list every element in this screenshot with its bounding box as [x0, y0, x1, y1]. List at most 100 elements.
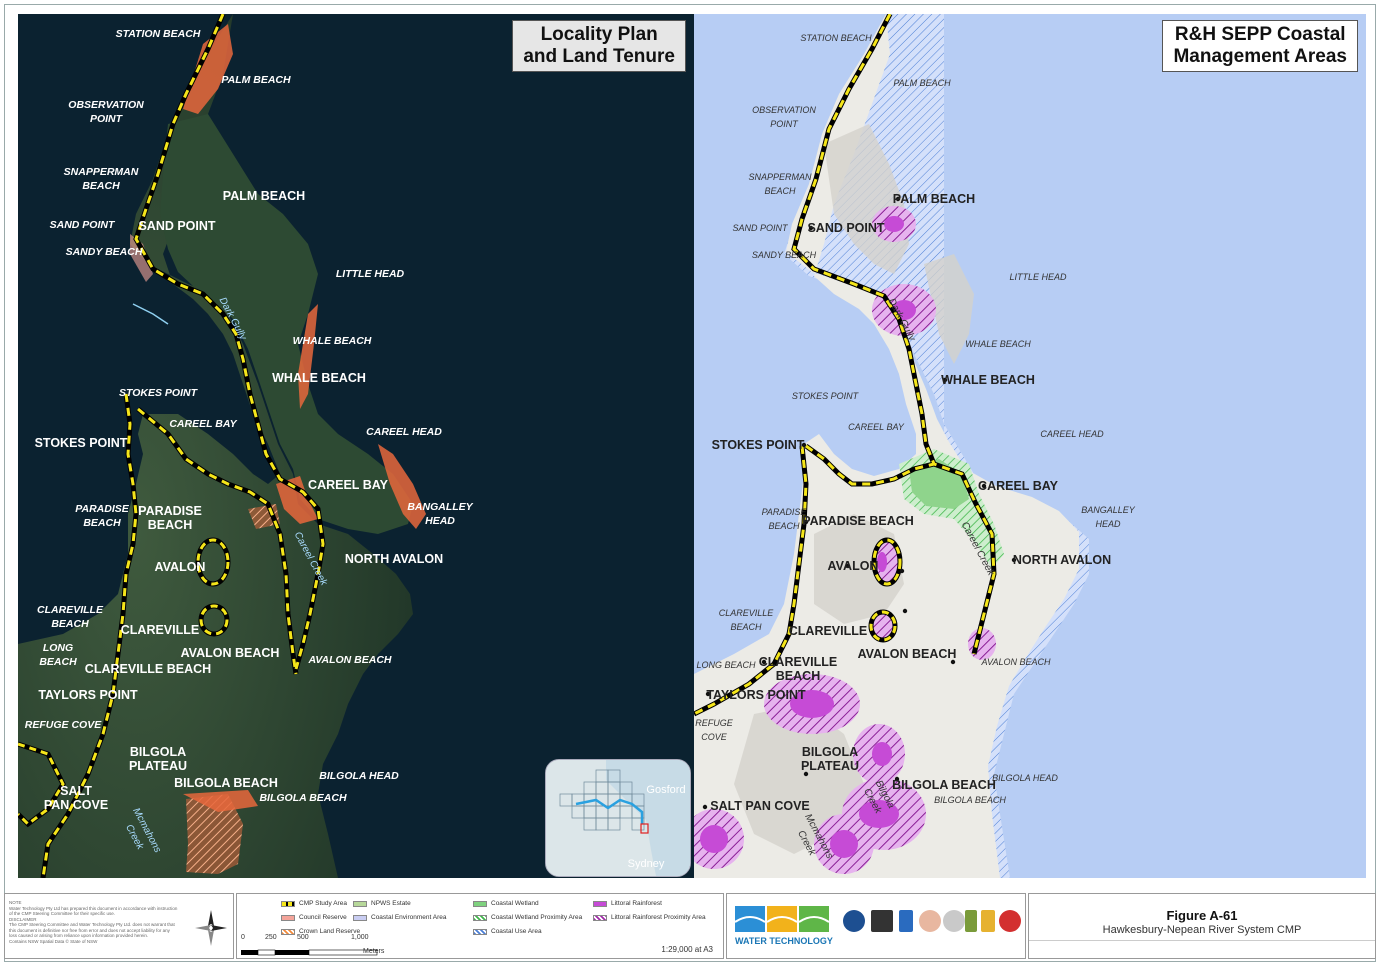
r-label-bilgola-plateau: BILGOLA PLATEAU	[800, 745, 860, 773]
label-bilgola-beach-locality: BILGOLA BEACH	[174, 776, 278, 790]
legend-label: Littoral Rainforest Proximity Area	[611, 914, 706, 921]
r-label-sand-point-beach: SAND POINT	[732, 223, 788, 233]
r-label-palm-beach-beach: PALM BEACH	[893, 78, 951, 88]
title-block-divider	[1029, 940, 1375, 941]
legend-swatch	[281, 928, 295, 935]
scale-tick-0: 0	[241, 934, 245, 941]
label-snapperman-beach: SNAPPERMAN BEACH	[63, 166, 139, 192]
label-palm-beach-beach: PALM BEACH	[221, 74, 291, 86]
label-bangalley-head: BANGALLEY HEAD	[407, 501, 473, 527]
label-stokes-point-locality: STOKES POINT	[34, 436, 128, 450]
label-clareville-locality: CLAREVILLE	[120, 623, 200, 637]
label-bilgola-head: BILGOLA HEAD	[319, 770, 399, 782]
figure-title-block: Figure A-61 Hawkesbury-Nepean River Syst…	[1028, 893, 1376, 959]
label-palm-beach-locality: PALM BEACH	[222, 189, 306, 203]
legend-swatch	[281, 914, 295, 921]
disclaimer-text: The CMP Steering Committee and Water Tec…	[9, 922, 175, 938]
label-clareville-beach-locality: CLAREVILLE BEACH	[84, 662, 212, 676]
right-panel-title: R&H SEPP Coastal Management Areas	[1162, 20, 1358, 72]
council-logo-3	[899, 910, 913, 932]
scale-ratio: 1:29,000 at A3	[661, 945, 713, 954]
label-avalon: AVALON	[154, 560, 206, 574]
council-logo-7	[981, 910, 995, 932]
left-title-line2: and Land Tenure	[523, 46, 675, 67]
r-label-careel-bay-small: CAREEL BAY	[848, 422, 904, 432]
r-label-whale-beach-locality: WHALE BEACH	[941, 373, 1035, 387]
map-legend: CMP Study Area Council Reserve Crown Land …	[236, 893, 724, 959]
r-label-bilgola-beach-locality: BILGOLA BEACH	[892, 778, 996, 792]
legend-label: Coastal Environment Area	[371, 914, 447, 921]
footer-notes: NOTE Water Technology Pty Ltd has prepar…	[4, 893, 234, 959]
notes-block: NOTE Water Technology Pty Ltd has prepar…	[9, 900, 179, 944]
legend-item: Coastal Use Area	[473, 928, 542, 935]
legend-item: Council Reserve	[281, 914, 347, 921]
water-technology-logo: WATER TECHNOLOGY	[734, 902, 833, 946]
legend-label: Council Reserve	[299, 914, 347, 921]
legend-item: Littoral Rainforest Proximity Area	[593, 914, 706, 921]
legend-label: CMP Study Area	[299, 900, 347, 907]
scale-bar: 0 250 500 1,000 Meters	[241, 934, 385, 962]
north-arrow-icon	[195, 910, 227, 946]
label-observation-point: OBSERVATION POINT	[68, 99, 144, 125]
r-label-snapperman-beach: SNAPPERMAN BEACH	[748, 172, 812, 196]
legend-swatch	[353, 900, 367, 907]
label-north-avalon: NORTH AVALON	[344, 552, 444, 566]
legend-swatch	[473, 928, 487, 935]
label-sand-point-locality: SAND POINT	[138, 219, 216, 233]
r-label-north-avalon: NORTH AVALON	[1012, 553, 1112, 567]
r-label-clareville-locality: CLAREVILLE	[788, 624, 868, 638]
r-label-paradise-beach-locality: PARADISE BEACH	[802, 514, 914, 528]
label-long-beach: LONG BEACH	[39, 642, 77, 668]
legend-swatch	[593, 900, 607, 907]
r-label-long-beach: LONG BEACH	[696, 660, 756, 670]
figure-subtitle: Hawkesbury-Nepean River System CMP	[1102, 924, 1302, 936]
contains-text: Contains NSW Spatial Data © State of NSW	[9, 938, 98, 944]
council-logo-1	[843, 910, 865, 932]
label-station-beach: STATION BEACH	[115, 28, 201, 40]
legend-item: Coastal Wetland Proximity Area	[473, 914, 582, 921]
right-title-line2: Management Areas	[1173, 46, 1347, 67]
r-label-little-head: LITTLE HEAD	[1009, 272, 1067, 282]
r-label-clareville-beach: CLAREVILLE BEACH	[718, 608, 774, 632]
legend-item: CMP Study Area	[281, 900, 347, 907]
r-label-station-beach: STATION BEACH	[800, 33, 872, 43]
council-logo-4	[919, 910, 941, 932]
label-whale-beach-locality: WHALE BEACH	[272, 371, 366, 385]
label-stokes-point-small: STOKES POINT	[119, 387, 197, 399]
label-avalon-beach-locality: AVALON BEACH	[180, 646, 280, 660]
label-clareville-beach: CLAREVILLE BEACH	[37, 604, 103, 630]
r-label-observation-point: OBSERVATION POINT	[752, 105, 816, 129]
r-label-bilgola-beach-beach: BILGOLA BEACH	[934, 795, 1006, 805]
r-label-salt-pan-cove: SALT PAN COVE	[710, 799, 810, 813]
r-label-taylors-point: TAYLORS POINT	[706, 688, 806, 702]
r-label-stokes-point-locality: STOKES POINT	[711, 438, 805, 452]
legend-label: Coastal Use Area	[491, 928, 542, 935]
label-paradise-beach-locality: PARADISE BEACH	[138, 504, 202, 532]
right-title-line1: R&H SEPP Coastal	[1174, 24, 1346, 45]
water-technology-logo-icon	[734, 906, 830, 932]
r-label-stokes-point-small: STOKES POINT	[791, 391, 859, 401]
inset-label-sydney: Sydney	[627, 858, 665, 870]
r-label-palm-beach-locality: PALM BEACH	[892, 192, 976, 206]
legend-swatch	[353, 914, 367, 921]
council-logo-6	[965, 910, 977, 932]
legend-item: Coastal Wetland	[473, 900, 539, 907]
r-label-avalon-beach-locality: AVALON BEACH	[857, 647, 957, 661]
r-label-sandy-beach: SANDY BEACH	[751, 250, 817, 260]
label-whale-beach-beach: WHALE BEACH	[292, 335, 372, 347]
r-label-bangalley-head: BANGALLEY HEAD	[1081, 505, 1135, 529]
r-label-paradise-beach-beach: PARADISE BEACH	[761, 507, 807, 531]
r-label-whale-beach-beach: WHALE BEACH	[965, 339, 1031, 349]
legend-swatch	[473, 900, 487, 907]
legend-item: Littoral Rainforest	[593, 900, 662, 907]
scale-tick-250: 250	[265, 934, 277, 941]
scale-bar-graphic	[241, 949, 378, 956]
legend-item: Coastal Environment Area	[353, 914, 447, 921]
scale-tick-500: 500	[297, 934, 309, 941]
footer-logos: WATER TECHNOLOGY	[726, 893, 1026, 959]
scale-units: Meters	[363, 948, 385, 955]
label-bilgola-beach-beach: BILGOLA BEACH	[259, 792, 347, 804]
inset-map-graphic	[546, 760, 690, 876]
legend-label: Coastal Wetland	[491, 900, 539, 907]
label-refuge-cove: REFUGE COVE	[24, 719, 102, 731]
